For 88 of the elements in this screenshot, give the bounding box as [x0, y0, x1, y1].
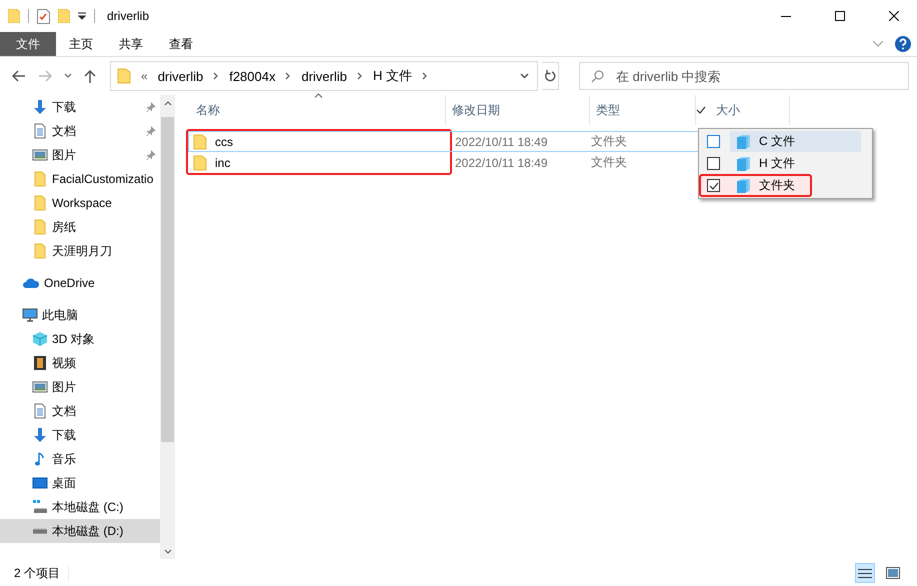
- sidebar-item[interactable]: 此电脑: [0, 303, 160, 327]
- sidebar-item[interactable]: 下载: [0, 423, 160, 447]
- drive-icon: [33, 528, 47, 534]
- scroll-down-icon[interactable]: [164, 548, 172, 554]
- breadcrumb[interactable]: driverlib: [301, 68, 347, 84]
- scrollbar[interactable]: [160, 95, 175, 559]
- maximize-icon: [835, 11, 845, 21]
- file-type: 文件夹: [590, 133, 628, 150]
- sidebar-item[interactable]: 下载: [0, 95, 160, 119]
- folder-icon: [32, 195, 48, 211]
- folder-icon: [193, 134, 207, 150]
- refresh-icon: [544, 70, 556, 82]
- refresh-button[interactable]: [542, 62, 559, 90]
- help-icon[interactable]: [895, 36, 911, 52]
- sidebar-item[interactable]: 文档: [0, 399, 160, 423]
- list-lines-icon: [858, 568, 872, 578]
- scroll-up-icon[interactable]: [164, 100, 172, 106]
- item-count: 2 个项目: [14, 564, 70, 582]
- file-name: inc: [215, 156, 230, 170]
- sidebar-item[interactable]: 本地磁盘 (C:): [0, 495, 160, 519]
- sidebar-item[interactable]: Workspace: [0, 191, 160, 215]
- sidebar-item[interactable]: 房纸: [0, 215, 160, 239]
- folder-icon: [32, 171, 48, 187]
- chevron-right-icon[interactable]: [285, 72, 292, 80]
- file-type: 文件夹: [590, 154, 628, 171]
- column-header[interactable]: 修改日期: [446, 95, 590, 125]
- sidebar-item[interactable]: 文档: [0, 119, 160, 143]
- sidebar-item[interactable]: 图片: [0, 375, 160, 399]
- breadcrumb[interactable]: driverlib: [158, 68, 204, 84]
- sidebar-item[interactable]: 音乐: [0, 447, 160, 471]
- sidebar-item[interactable]: 视频: [0, 351, 160, 375]
- expand-ribbon-icon[interactable]: [873, 41, 883, 47]
- modified-date: 2022/10/11 18:49: [454, 156, 549, 170]
- column-header[interactable]: 类型: [590, 95, 696, 125]
- sidebar-item[interactable]: 3D 对象: [0, 327, 160, 351]
- picture-icon: [886, 567, 900, 579]
- file-stack-icon: [736, 134, 751, 149]
- sidebar-item[interactable]: OneDrive: [0, 271, 160, 295]
- search-field[interactable]: 在 driverlib 中搜索: [579, 62, 909, 90]
- column-header[interactable]: 大小: [710, 95, 790, 125]
- window-title: driverlib: [107, 9, 150, 23]
- sidebar-item[interactable]: 图片: [0, 143, 160, 167]
- search-icon: [591, 70, 604, 83]
- sidebar-item[interactable]: 天涯明月刀: [0, 239, 160, 263]
- checkbox[interactable]: [707, 179, 720, 192]
- file-stack-icon: [736, 156, 751, 171]
- film-icon: [32, 355, 48, 371]
- properties-icon[interactable]: [37, 8, 50, 24]
- folder-icon: [32, 219, 48, 235]
- file-name: ccs: [215, 134, 233, 148]
- folder-icon: [193, 154, 207, 170]
- desktop-icon: [32, 475, 48, 491]
- filter-option[interactable]: 文件夹: [699, 174, 812, 197]
- ribbon-tab[interactable]: 共享: [106, 32, 156, 56]
- picture-icon: [32, 379, 48, 395]
- folder-icon: [32, 243, 48, 259]
- file-stack-icon: [736, 178, 751, 193]
- monitor-icon: [22, 307, 38, 323]
- breadcrumb[interactable]: H 文件: [372, 67, 412, 85]
- sidebar-item[interactable]: 桌面: [0, 471, 160, 495]
- address-bar[interactable]: « driverlib f28004x driverlib H 文件: [110, 61, 538, 91]
- chevron-right-icon[interactable]: [356, 72, 363, 80]
- chevron-right-icon[interactable]: [422, 72, 428, 80]
- folder-icon: [117, 68, 131, 84]
- filter-check-icon[interactable]: [696, 106, 706, 114]
- ribbon-tab[interactable]: 查看: [156, 32, 206, 56]
- sidebar-item[interactable]: 本地磁盘 (D:): [0, 519, 160, 543]
- document-icon: [32, 403, 48, 419]
- checkbox[interactable]: [707, 135, 720, 148]
- document-icon: [32, 123, 48, 139]
- details-view-button[interactable]: [855, 563, 875, 583]
- column-header[interactable]: 名称: [190, 95, 446, 125]
- close-icon: [889, 11, 899, 21]
- modified-date: 2022/10/11 18:49: [454, 134, 549, 148]
- ribbon-tab[interactable]: 文件: [0, 32, 56, 56]
- cube-icon: [32, 331, 48, 347]
- ribbon-tab[interactable]: 主页: [56, 32, 106, 56]
- breadcrumb[interactable]: f28004x: [229, 68, 276, 84]
- overflow-chevron[interactable]: «: [141, 69, 148, 83]
- dropdown-icon[interactable]: [78, 12, 86, 20]
- checkbox[interactable]: [707, 157, 720, 170]
- drive-icon: [32, 499, 48, 515]
- down-arrow-icon: [32, 427, 48, 443]
- chevron-down-icon[interactable]: [520, 73, 529, 79]
- sidebar-item[interactable]: FacialCustomizatio: [0, 167, 160, 191]
- chevron-right-icon[interactable]: [213, 72, 220, 80]
- down-arrow-icon: [32, 99, 48, 115]
- picture-icon: [32, 147, 48, 163]
